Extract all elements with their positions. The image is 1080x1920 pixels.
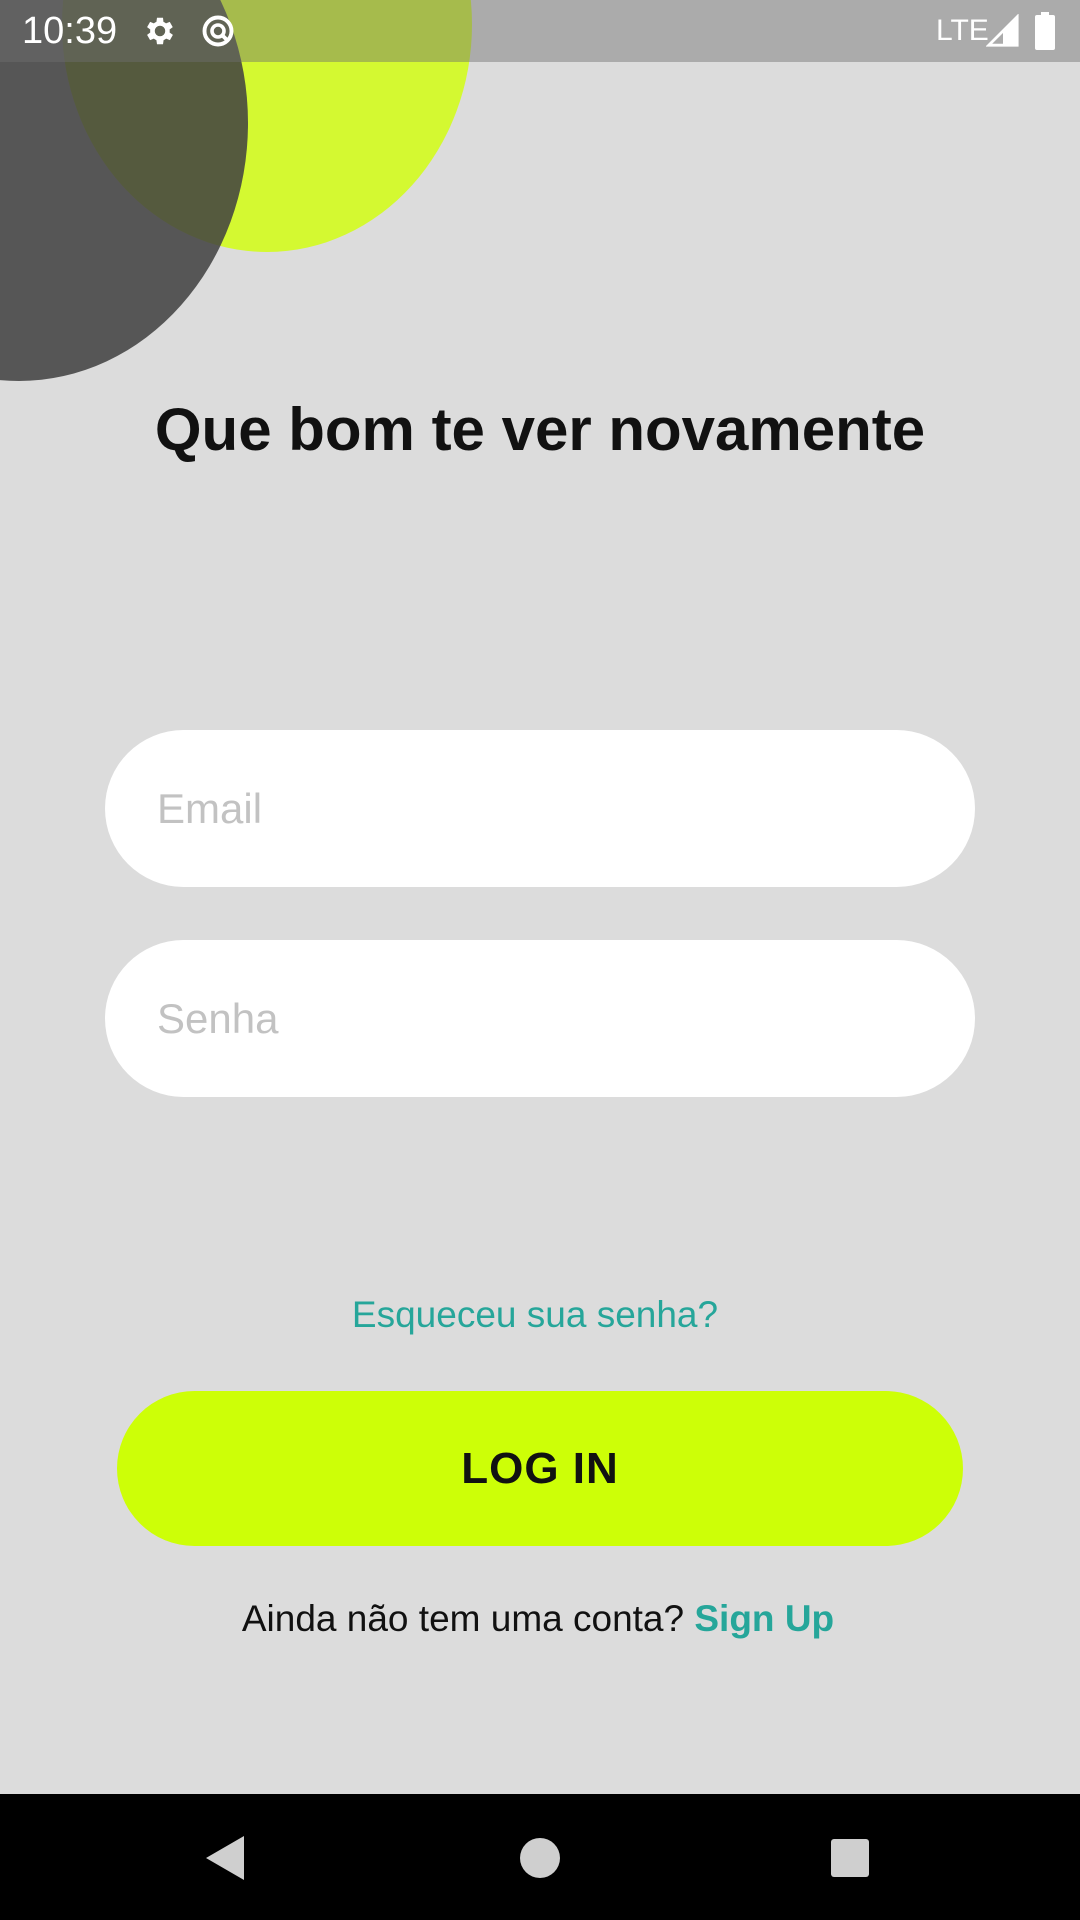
status-bar: 10:39 LTE	[0, 0, 1080, 62]
status-time: 10:39	[22, 10, 118, 52]
navigation-bar	[0, 1794, 1080, 1920]
forgot-password-link[interactable]: Esqueceu sua senha?	[0, 1294, 1070, 1336]
battery-icon	[1034, 12, 1056, 50]
back-icon[interactable]	[196, 1828, 256, 1888]
page-title: Que bom te ver novamente	[154, 396, 926, 463]
password-input[interactable]	[157, 940, 937, 1097]
recents-icon[interactable]	[820, 1828, 880, 1888]
password-field[interactable]	[105, 940, 975, 1097]
signal-icon	[985, 13, 1022, 50]
no-account-text: Ainda não tem uma conta?	[241, 1598, 685, 1639]
signup-link[interactable]: Sign Up	[694, 1598, 834, 1639]
email-field[interactable]	[105, 730, 975, 887]
email-input[interactable]	[157, 730, 937, 887]
network-type: LTE	[936, 14, 989, 47]
login-screen: 10:39 LTE Que bom te ver novamente Email…	[0, 0, 1080, 1920]
sync-icon	[200, 13, 236, 49]
login-button[interactable]: LOG IN	[117, 1391, 963, 1546]
signup-prompt: Ainda não tem uma conta? Sign Up	[0, 1598, 1076, 1640]
home-icon[interactable]	[510, 1828, 570, 1888]
gear-icon	[142, 13, 178, 49]
